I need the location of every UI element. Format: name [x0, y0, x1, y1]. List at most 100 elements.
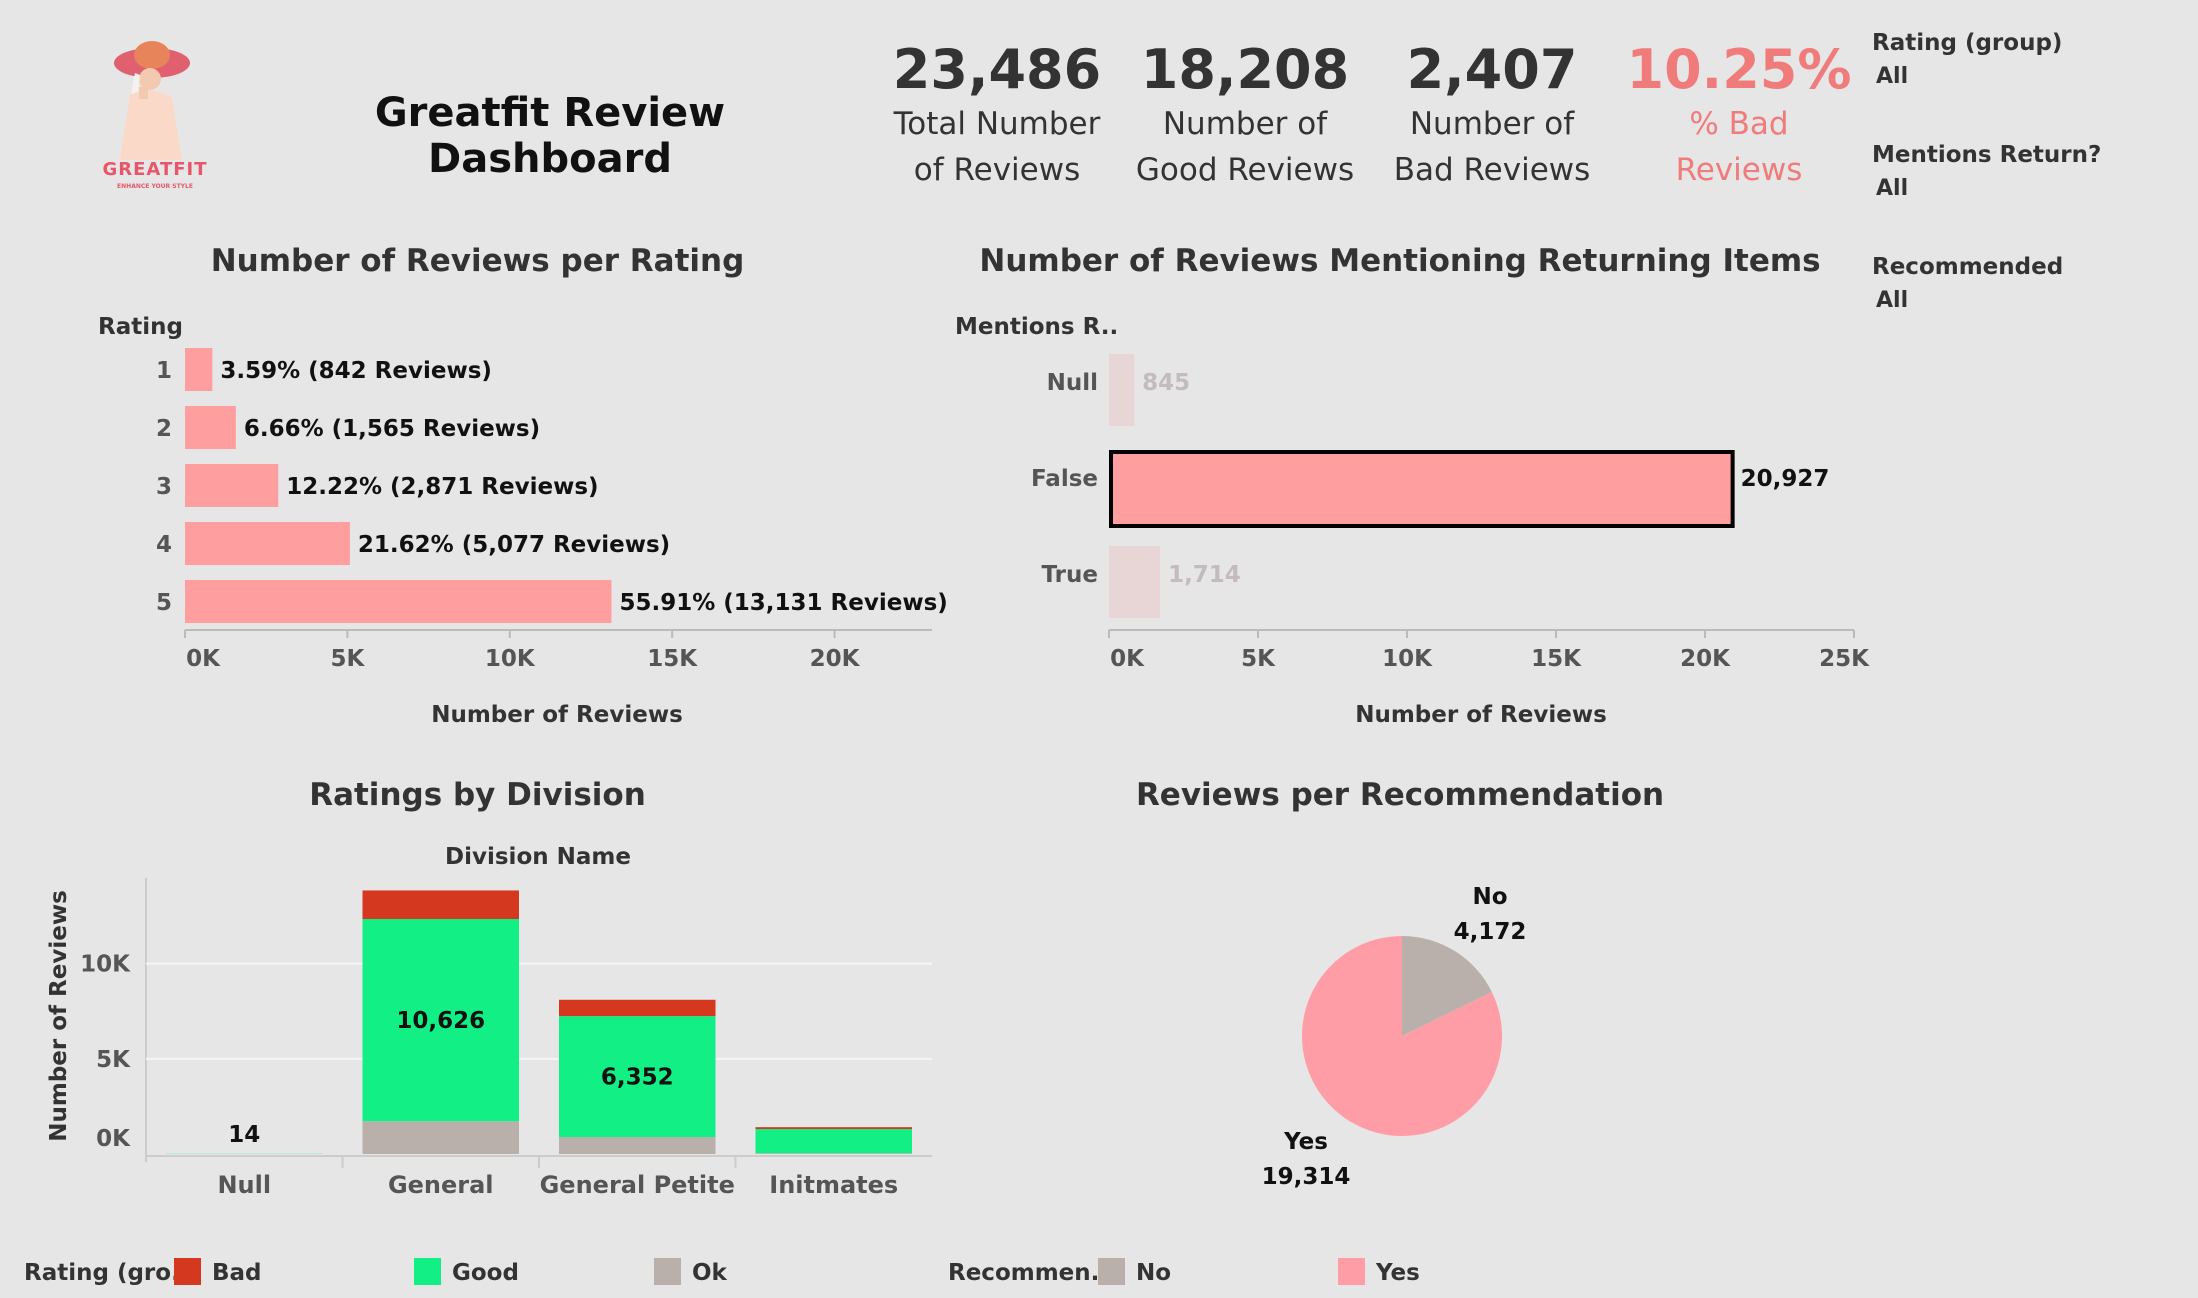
stack-data-label: 10,626 [396, 1008, 485, 1034]
legend-rating-group: Rating (gro.. Bad Good Ok [24, 1256, 944, 1298]
kpi-label-line2: of Reviews [913, 152, 1081, 188]
category-header: Mentions R.. [955, 314, 1118, 340]
x-tick-label: 10K [1382, 646, 1433, 672]
chart-title-reviews-per-recommendation: Reviews per Recommendation [1135, 777, 1665, 813]
y-tick-label: 0K [96, 1126, 131, 1152]
legend-recommended: Recommen.. No Yes [948, 1256, 1548, 1298]
filter-value[interactable]: All [1876, 288, 2063, 313]
x-tick-label: 20K [1680, 646, 1731, 672]
returning-items-chart: Mentions R.. Null 845 False 20,927 True 1,714 0… [955, 314, 1870, 728]
stack-data-label: 14 [228, 1122, 260, 1148]
x-tick-label: 15K [1531, 646, 1582, 672]
kpi-value: 18,208 [1140, 38, 1350, 101]
recommendation-pie-chart: No 4,172 Yes 19,314 [1262, 884, 1527, 1190]
rating-tick-label: 3 [156, 474, 172, 500]
x-tick-label: 20K [810, 646, 861, 672]
filter-mentions-return[interactable]: Mentions Return? All [1872, 142, 2101, 201]
returns-bar [1109, 354, 1135, 426]
legend-swatch-no[interactable] [1098, 1258, 1125, 1285]
x-tick-label: 0K [186, 646, 221, 672]
x-axis-title: Number of Reviews [431, 702, 683, 728]
legend-title: Rating (gro.. [24, 1260, 189, 1286]
rating-tick-label: 2 [156, 416, 172, 442]
kpi-percent-bad: 10.25% % Bad Reviews [1619, 38, 1859, 193]
y-tick-label: 10K [80, 952, 131, 978]
filter-value[interactable]: All [1876, 64, 2062, 89]
kpi-label-line1: % Bad [1689, 106, 1789, 142]
kpi-value: 2,407 [1406, 38, 1578, 101]
stacked-segment-bad [755, 1127, 912, 1130]
x-tick-label: 15K [647, 646, 698, 672]
division-tick-label: Null [217, 1171, 271, 1199]
legend-label-ok: Ok [692, 1260, 727, 1286]
filter-title: Mentions Return? [1872, 142, 2102, 168]
kpi-total-reviews: 23,486 Total Number of Reviews [877, 38, 1117, 193]
brand-logo: GREATFIT ENHANCE YOUR STYLE [90, 35, 220, 195]
stacked-segment-ok [755, 1153, 912, 1154]
division-tick-label: General Petite [540, 1171, 735, 1199]
division-tick-label: General [388, 1171, 494, 1199]
kpi-value: 10.25% [1626, 38, 1852, 101]
filter-rating-group[interactable]: Rating (group) All [1872, 30, 2062, 89]
kpi-label-line2: Bad Reviews [1393, 152, 1591, 188]
stack-data-label: 6,352 [601, 1065, 674, 1091]
x-axis-title: Number of Reviews [1355, 702, 1607, 728]
kpi-label-line1: Number of [1162, 106, 1328, 142]
chart-title-mentioning-returns: Number of Reviews Mentioning Returning I… [979, 243, 1821, 279]
division-tick-label: Initmates [769, 1171, 898, 1199]
legend-swatch-yes[interactable] [1338, 1258, 1365, 1285]
reviews-per-rating-chart: Rating 1 3.59% (842 Reviews) 2 6.66% (1,565 … [98, 314, 948, 728]
mentions-tick-label: True [1042, 562, 1098, 588]
rating-bar [185, 464, 279, 507]
x-tick-label: 25K [1819, 646, 1870, 672]
category-header: Rating [98, 314, 183, 340]
y-tick-label: 5K [96, 1047, 131, 1073]
bar-data-label: 21.62% (5,077 Reviews) [358, 532, 670, 558]
kpi-label-line2: Reviews [1675, 152, 1803, 188]
bar-data-label: 6.66% (1,565 Reviews) [244, 416, 540, 442]
legend-label-good: Good [452, 1260, 519, 1286]
chart-title-ratings-by-division: Ratings by Division [309, 777, 646, 813]
rating-bar [185, 580, 612, 623]
mentions-tick-label: False [1031, 466, 1098, 492]
rating-tick-label: 5 [156, 590, 172, 616]
rating-bar [185, 406, 236, 449]
returns-bar [1109, 450, 1735, 528]
filter-value[interactable]: All [1876, 176, 2101, 201]
logo-text: GREATFIT [102, 159, 208, 180]
bar-data-label: 3.59% (842 Reviews) [220, 358, 492, 384]
stacked-segment-bad [559, 999, 716, 1017]
rating-bar [185, 348, 213, 391]
kpi-label-line1: Number of [1409, 106, 1575, 142]
y-axis-title: Number of Reviews [46, 890, 72, 1142]
kpi-good-reviews: 18,208 Number of Good Reviews [1125, 38, 1365, 193]
x-tick-label: 5K [330, 646, 365, 672]
filter-recommended[interactable]: Recommended All [1872, 254, 2063, 313]
legend-label-bad: Bad [212, 1260, 262, 1286]
woman-hat-logo-icon [114, 41, 190, 160]
bar-data-label: 20,927 [1741, 466, 1830, 492]
filter-title: Rating (group) [1872, 30, 2063, 56]
mentions-tick-label: Null [1047, 370, 1098, 396]
pie-value-no: 4,172 [1454, 919, 1527, 945]
rating-bar [185, 522, 350, 565]
legend-swatch-ok[interactable] [654, 1258, 681, 1285]
pie-label-no: No [1472, 884, 1507, 910]
rating-tick-label: 1 [156, 358, 172, 384]
legend-swatch-bad[interactable] [174, 1258, 201, 1285]
legend-label-no: No [1136, 1260, 1172, 1286]
bar-data-label: 12.22% (2,871 Reviews) [286, 474, 598, 500]
stacked-segment-bad [362, 890, 519, 920]
bar-data-label: 845 [1142, 370, 1190, 396]
returns-bar [1109, 546, 1161, 618]
x-tick-label: 5K [1241, 646, 1276, 672]
bar-data-label: 1,714 [1168, 562, 1241, 588]
filter-title: Recommended [1872, 254, 2064, 280]
bar-data-label: 55.91% (13,131 Reviews) [619, 590, 947, 616]
legend-label-yes: Yes [1376, 1260, 1420, 1286]
ratings-by-division-chart: Division Name 0K 5K 10K Number of Reviews Nul… [46, 844, 932, 1199]
kpi-value: 23,486 [892, 38, 1102, 101]
category-header: Division Name [445, 844, 631, 870]
pie-label-yes: Yes [1283, 1129, 1328, 1155]
legend-swatch-good[interactable] [414, 1258, 441, 1285]
